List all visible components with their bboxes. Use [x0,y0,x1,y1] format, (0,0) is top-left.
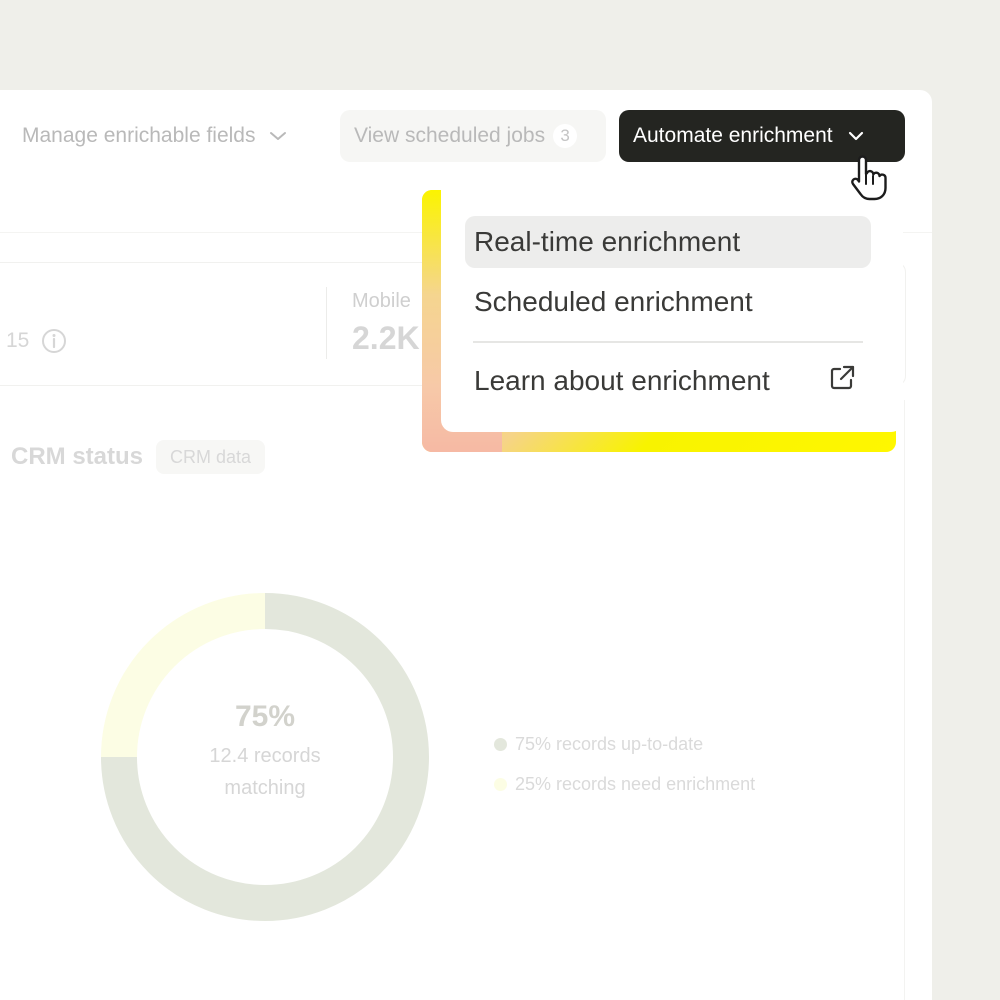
legend-label: 25% records need enrichment [515,773,756,794]
menu-item-label: Learn about enrichment [474,365,770,396]
stat-mobile-label: Mobile [352,290,411,312]
scheduled-jobs-count-badge: 3 [553,124,578,148]
view-scheduled-jobs-button[interactable]: View scheduled jobs 3 [340,110,606,162]
donut-center-line2: matching [224,777,306,799]
legend-swatch [494,777,507,791]
menu-divider [473,341,863,343]
legend-swatch [494,737,507,751]
manage-enrichable-fields-label: Manage enrichable fields [22,124,256,147]
donut-center-value: 75% [234,700,296,733]
panel-border [904,400,905,1000]
info-icon[interactable] [41,328,67,354]
donut-center-line1: 12.4 records [209,745,321,767]
legend-item: 75% records up-to-date [494,724,755,764]
menu-item-label: Real-time enrichment [474,226,741,257]
chevron-down-icon [269,124,287,148]
view-scheduled-jobs-label: View scheduled jobs [354,124,546,147]
menu-item-label: Scheduled enrichment [474,286,753,317]
stat-mobile-value: 2.2K [352,320,420,356]
donut-center-label: 75% 12.4 records matching [165,700,365,804]
menu-item-learn-about-enrichment[interactable]: Learn about enrichment [465,355,865,407]
legend-label: 75% records up-to-date [515,733,704,754]
menu-item-scheduled-enrichment[interactable]: Scheduled enrichment [465,276,871,328]
stats-divider [326,287,327,359]
stat-left: 15 [6,328,67,354]
manage-enrichable-fields-button[interactable]: Manage enrichable fields [22,113,287,159]
legend-item: 25% records need enrichment [494,764,755,804]
external-link-icon [827,363,857,400]
hand-pointer-cursor-icon [845,154,893,209]
crm-status-title: CRM status [11,443,144,470]
automate-enrichment-label: Automate enrichment [633,124,833,147]
chevron-down-icon [847,124,865,148]
crm-data-badge: CRM data [156,440,266,474]
menu-item-real-time-enrichment[interactable]: Real-time enrichment [465,216,871,268]
stat-left-value: 15 [6,329,30,352]
chart-legend: 75% records up-to-date 25% records need … [494,724,755,804]
